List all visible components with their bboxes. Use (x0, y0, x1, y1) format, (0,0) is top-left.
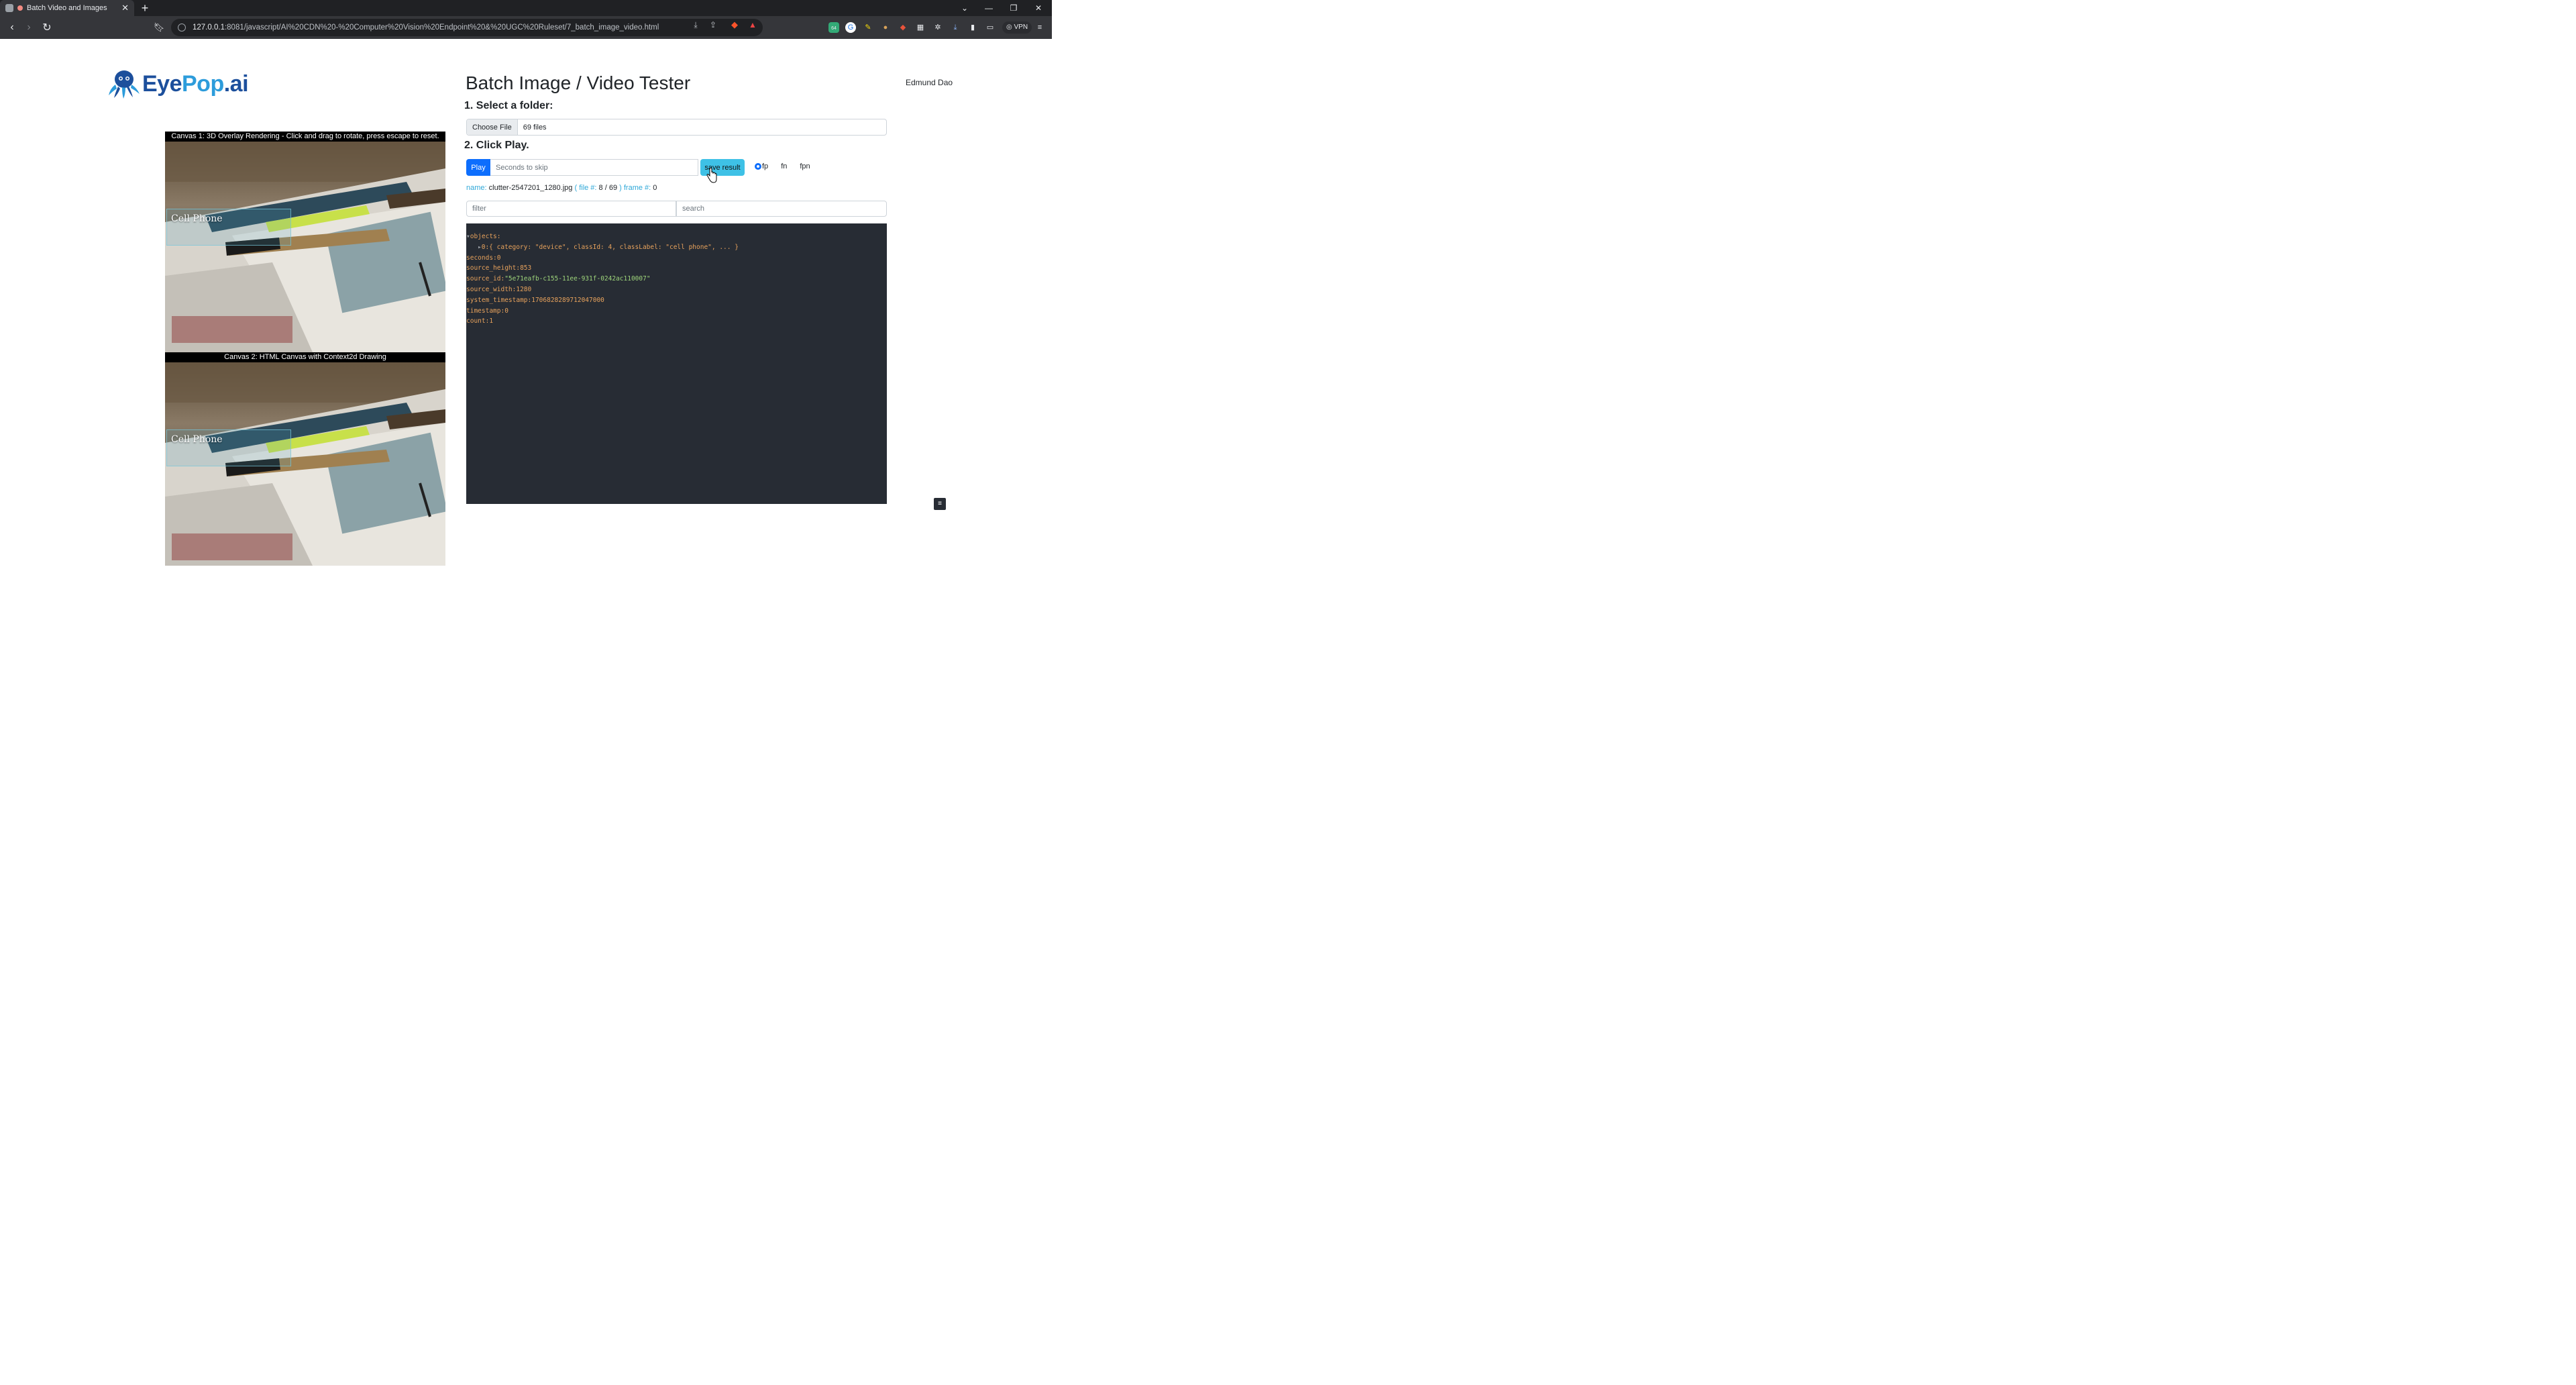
step-2-heading: 2. Click Play. (464, 140, 529, 151)
json-count-row: count:1 (466, 317, 494, 325)
radio-selected-icon (755, 163, 761, 170)
browser-tab-bar: Batch Video and Images ✕ + ⌄ — ❐ ✕ (0, 0, 1052, 16)
rewards-icon[interactable]: ▲ (748, 20, 757, 30)
brave-shield-icon[interactable]: ◆ (730, 20, 739, 30)
json-result-viewer[interactable]: ▾objects: ▸0:{ category: "device", class… (466, 223, 887, 504)
octopus-logo-icon (109, 70, 140, 99)
file-name: clutter-2547201_1280.jpg (488, 184, 573, 192)
json-source-width-row: source_width:1280 (466, 285, 532, 293)
recording-indicator-icon (17, 5, 23, 11)
vpn-button[interactable]: ◎ VPN (1002, 21, 1032, 34)
tab-close-icon[interactable]: ✕ (121, 3, 129, 13)
extension-red-icon[interactable]: ◆ (898, 22, 908, 33)
frame-number: 0 (653, 184, 657, 192)
page-content: EyePop.ai Canvas 1: 3D Overlay Rendering… (0, 39, 1052, 566)
extension-cookie-icon[interactable]: ● (880, 22, 891, 33)
wallet-icon[interactable]: ▭ (985, 22, 996, 33)
hand-cursor-icon (706, 168, 717, 183)
step-1-heading: 1. Select a folder: (464, 100, 553, 111)
minimize-button[interactable]: — (977, 0, 1001, 16)
json-object-0-row[interactable]: ▸0:{ category: "device", classId: 4, cla… (466, 242, 887, 253)
photo-image (165, 142, 445, 352)
share-icon[interactable]: ⇪ (708, 20, 718, 30)
close-window-button[interactable]: ✕ (1026, 0, 1051, 16)
canvas-caption: Canvas 2: HTML Canvas with Context2d Dra… (165, 352, 445, 362)
extension-grid-icon[interactable]: ▦ (915, 22, 926, 33)
radio-fpn[interactable]: fpn (792, 162, 810, 170)
canvas-2d-drawing[interactable]: Canvas 2: HTML Canvas with Context2d Dra… (165, 352, 445, 566)
search-input[interactable]: search (676, 201, 887, 217)
canvas-3d-overlay[interactable]: Canvas 1: 3D Overlay Rendering - Click a… (165, 132, 445, 352)
file-status-line: name: clutter-2547201_1280.jpg ( file #:… (466, 184, 657, 192)
browser-tab-active[interactable]: Batch Video and Images ✕ (0, 0, 134, 16)
filter-input[interactable]: filter (466, 201, 676, 217)
extension-grammar-icon[interactable]: G (845, 22, 856, 33)
folder-file-input[interactable]: Choose File 69 files (466, 119, 887, 136)
address-bar[interactable]: 127.0.0.1:8081/javascript/AI%20CDN%20-%2… (171, 19, 763, 36)
browser-toolbar: ‹ › ↻ 🔖︎ 127.0.0.1:8081/javascript/AI%20… (0, 16, 1052, 39)
tab-title: Batch Video and Images (27, 4, 107, 12)
radio-unselected-icon (792, 163, 800, 170)
user-name[interactable]: Edmund Dao (906, 78, 953, 87)
eyepop-logo: EyePop.ai (107, 68, 249, 99)
forward-icon[interactable]: › (22, 21, 36, 34)
new-tab-button[interactable]: + (138, 1, 152, 15)
extensions-puzzle-icon[interactable]: ✲ (932, 22, 943, 33)
json-seconds-row: seconds:0 (466, 254, 501, 262)
canvas-caption: Canvas 1: 3D Overlay Rendering - Click a… (165, 132, 445, 142)
sidebar-icon[interactable]: ▮ (967, 22, 978, 33)
json-source-height-row: source_height:853 (466, 264, 532, 272)
seconds-to-skip-input[interactable]: Seconds to skip (490, 159, 698, 176)
radio-unselected-icon (773, 163, 781, 170)
reload-icon[interactable]: ↻ (40, 21, 54, 34)
back-icon[interactable]: ‹ (5, 21, 19, 34)
site-info-icon[interactable] (178, 23, 186, 32)
restore-button[interactable]: ❐ (1002, 0, 1026, 16)
browser-menu-icon[interactable]: ≡ (1034, 22, 1045, 33)
json-objects-row[interactable]: ▾objects: (466, 232, 887, 242)
extension-pen-icon[interactable]: ✎ (863, 22, 873, 33)
file-index: 8 / 69 (598, 184, 618, 192)
downloads-icon[interactable]: ⤓ (950, 22, 961, 33)
bookmark-icon[interactable]: 🔖︎ (152, 21, 166, 34)
radio-fn[interactable]: fn (773, 162, 787, 170)
detection-label: Cell Phone (171, 434, 223, 445)
detection-label: Cell Phone (171, 213, 223, 224)
radio-fp[interactable]: fp (755, 162, 768, 170)
play-button[interactable]: Play (466, 159, 490, 176)
json-source-id-row: source_id:"5e71eafb-c155-11ee-931f-0242a… (466, 275, 651, 283)
page-title: Batch Image / Video Tester (466, 72, 691, 93)
tab-search-icon[interactable]: ⌄ (953, 0, 977, 16)
json-timestamp-row: timestamp:0 (466, 307, 508, 315)
logo-wordmark: EyePop.ai (142, 70, 249, 97)
url-text: 127.0.0.1:8081/javascript/AI%20CDN%20-%2… (193, 23, 659, 32)
download-icon[interactable]: ⤓ (691, 20, 700, 30)
json-system-timestamp-row: system_timestamp:1706828289712047000 (466, 296, 604, 304)
file-count: 69 files (523, 123, 547, 132)
extension-badge-icon[interactable]: 64 (828, 22, 839, 33)
mode-radio-group: fp fn fpn (755, 162, 810, 170)
choose-file-button[interactable]: Choose File (467, 119, 518, 135)
hamburger-icon[interactable]: ≡ (934, 498, 946, 510)
tab-favicon-icon (5, 4, 13, 12)
